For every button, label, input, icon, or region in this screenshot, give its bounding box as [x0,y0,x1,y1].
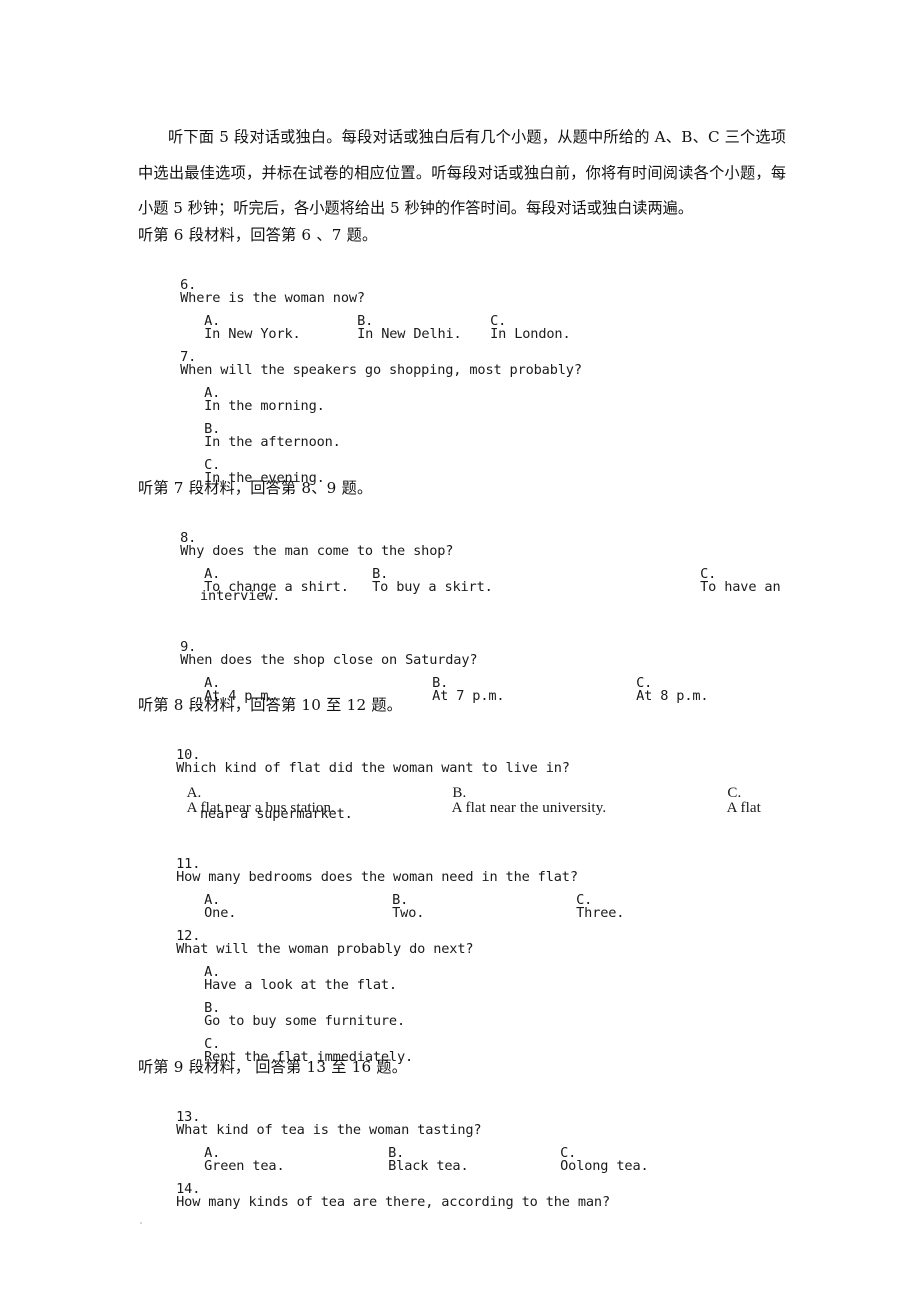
option-text-c: At 8 p.m. [636,688,709,705]
question-14-stem: 14. How many kinds of tea are there, acc… [144,1169,610,1223]
question-8-option-b[interactable]: B. To buy a skirt. [340,554,493,608]
question-9-option-b[interactable]: B. At 7 p.m. [400,663,504,717]
option-text-c: A flat [726,800,761,816]
option-label-c: C. [727,785,750,801]
exam-page: 听下面 5 段对话或独白。每段对话或独白后有几个小题，从题中所给的 A、B、C … [0,0,920,1302]
question-10-option-c[interactable]: C. A flat [712,771,761,831]
option-label-b: B. [452,785,475,801]
option-text-b: To buy a skirt. [372,579,493,596]
option-text-b: A flat near the university. [451,800,607,816]
option-text-c: To have an [700,579,781,596]
listening-instructions-paragraph: 听下面 5 段对话或独白。每段对话或独白后有几个小题，从题中所给的 A、B、C … [138,128,786,217]
section-heading-passage-9: 听第 9 段材料， 回答第 13 至 16 题。 [138,1058,408,1076]
question-10-option-b[interactable]: B. A flat near the university. [437,771,607,831]
option-label-a: A. [186,785,210,801]
question-8-option-c-wrap[interactable]: interview. [200,589,280,604]
question-8-option-c[interactable]: C. To have an [668,554,780,608]
section-heading-passage-7: 听第 7 段材料，回答第 8、9 题。 [138,479,373,497]
option-text-c: Three. [576,905,625,922]
question-10-option-a[interactable]: A. A flat near a bus station. [172,771,335,831]
question-10-option-c-wrap[interactable]: near a supermarket. [200,807,353,822]
question-14-text: How many kinds of tea are there, accordi… [176,1194,610,1211]
section-heading-passage-8: 听第 8 段材料，回答第 10 至 12 题。 [138,696,403,714]
section-heading-passage-6: 听第 6 段材料，回答第 6 、7 题。 [138,226,378,244]
question-11-option-c[interactable]: C. Three. [544,880,624,934]
scan-artifact-speck [140,1222,142,1224]
question-9-option-c[interactable]: C. At 8 p.m. [604,663,708,717]
option-text-b: At 7 p.m. [432,688,505,705]
